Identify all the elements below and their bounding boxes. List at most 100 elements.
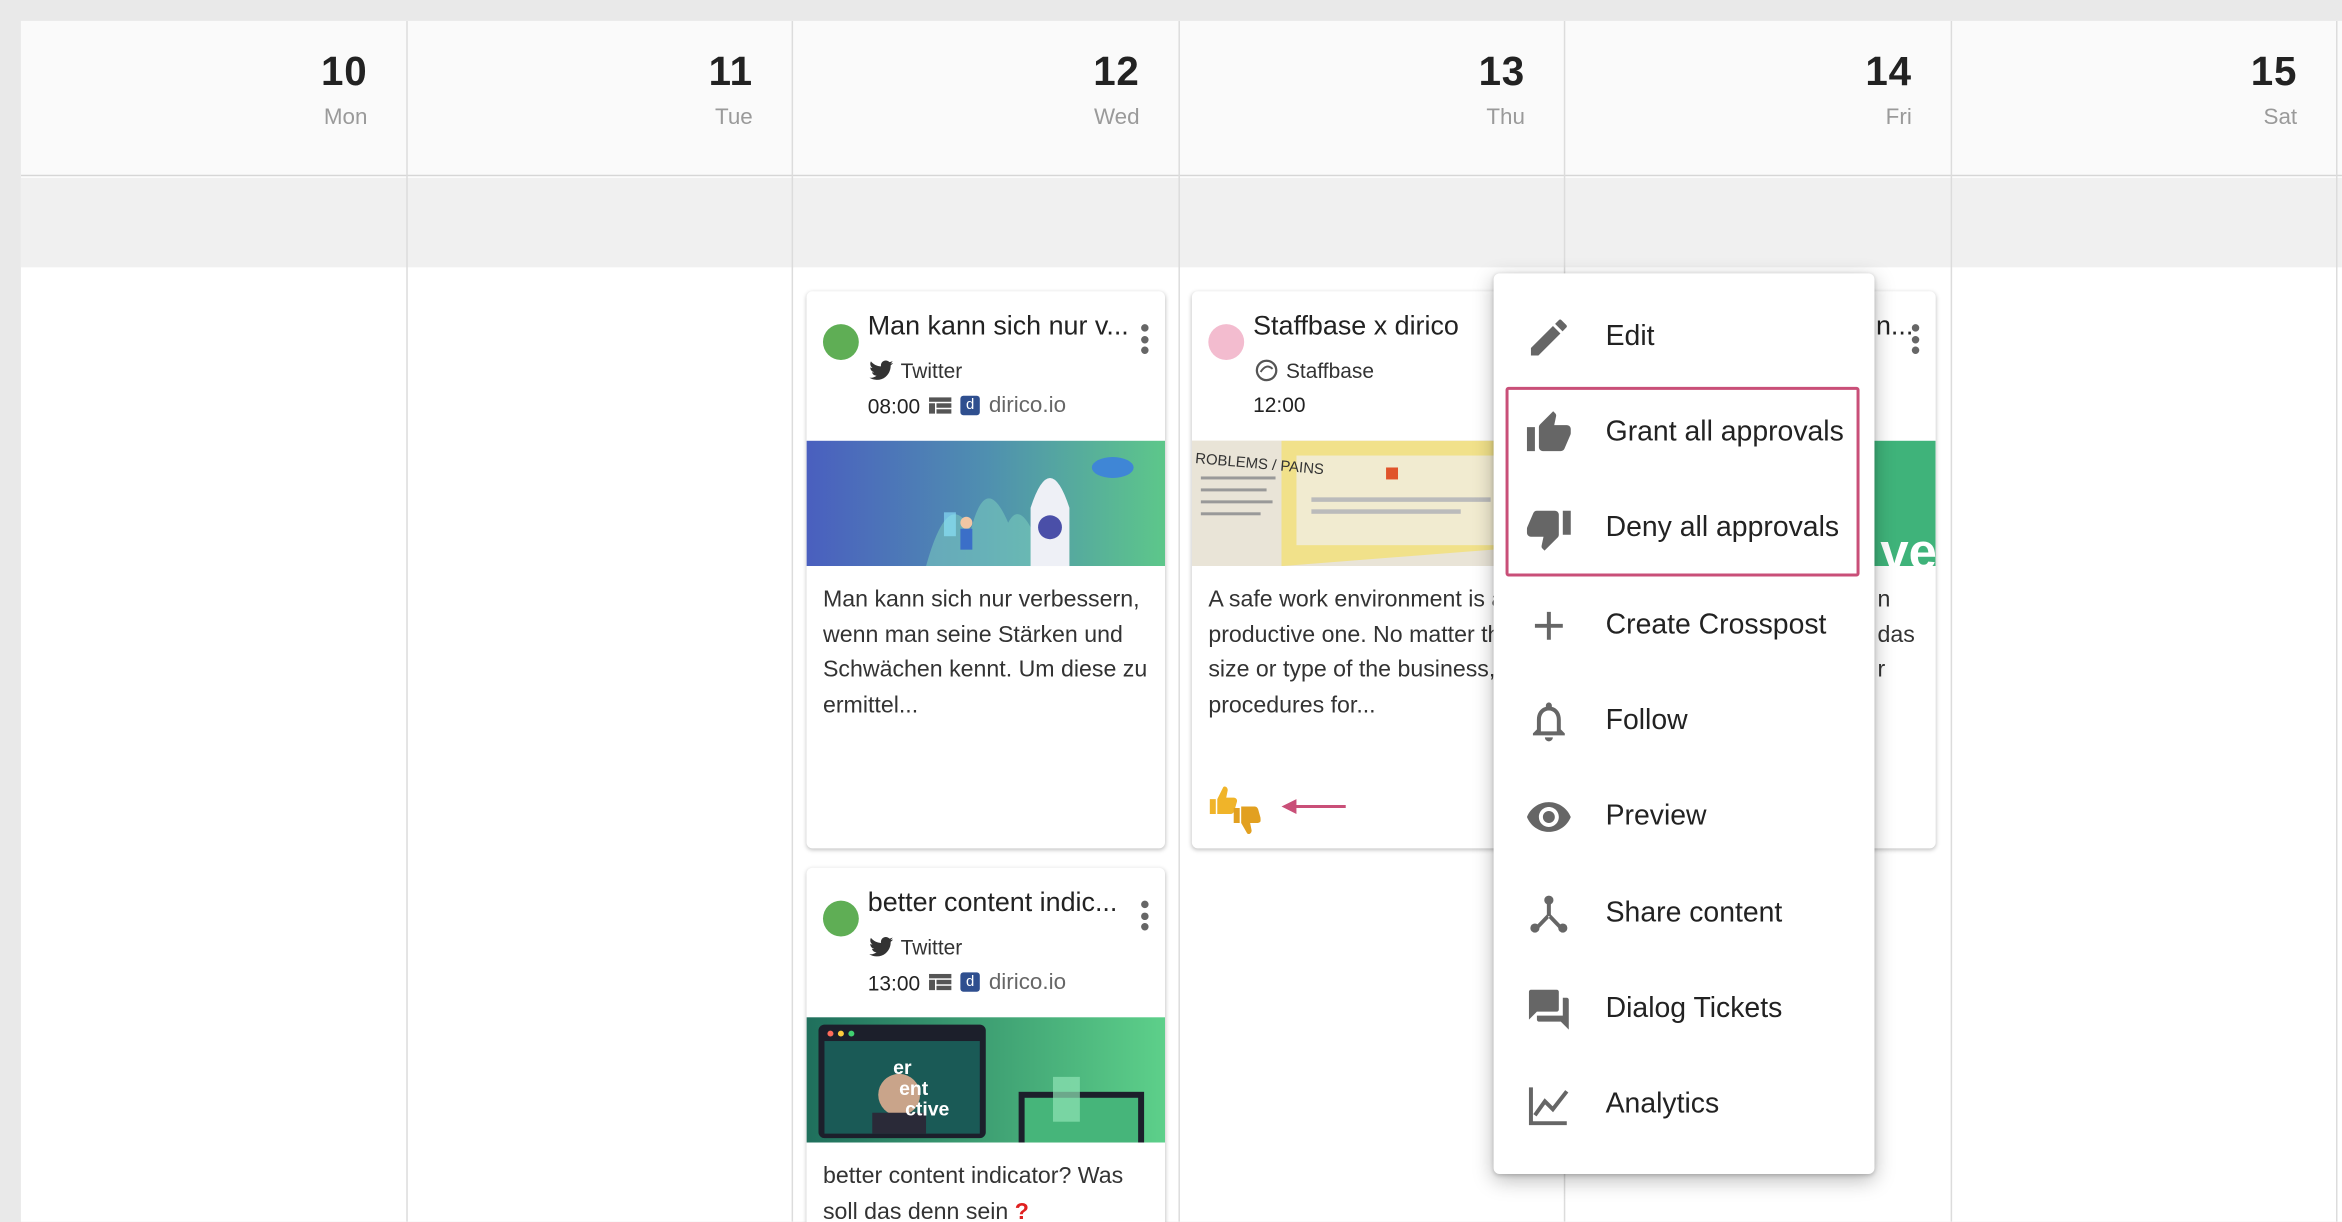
menu-item-deny-all-approvals[interactable]: Deny all approvals [1494,487,1875,571]
plus-icon [1534,611,1563,640]
menu-item-dialog-tickets[interactable]: Dialog Tickets [1494,968,1875,1052]
post-card[interactable]: better content indic... Twitter 13:00 d … [806,867,1166,1222]
context-menu: Edit Grant all approvals Deny all approv… [1493,273,1875,1174]
share-icon [1530,895,1568,933]
network-name: Staffbase [1285,358,1374,383]
account-logo-icon: d [960,395,980,416]
staffbase-icon [1255,359,1278,382]
question-mark-icon: ? [1014,1198,1029,1222]
network-label: Staffbase [1255,358,1374,382]
day-number: 13 [1478,49,1525,95]
post-text-fragment: n [1877,586,1891,613]
eye-icon [1526,802,1571,832]
post-text: Man kann sich nur verbessern, wenn man s… [822,586,1148,718]
day-number: 12 [1093,49,1140,95]
post-time: 08:00 [867,393,921,418]
network-name: Twitter [900,358,963,383]
post-title: n... [1875,310,1914,341]
post-text-fragment: das [1877,622,1915,648]
more-options-icon[interactable] [1141,900,1150,931]
day-divider [406,20,408,1222]
status-dot [822,324,859,360]
menu-item-label: Grant all approvals [1605,416,1844,449]
menu-item-label: Follow [1605,704,1688,737]
post-text: A safe work environment is a productive … [1208,586,1514,718]
week-calendar: 10 Mon 11 Tue 12 Wed 13 Thu 14 Fri 15 Sa… [20,20,2342,1222]
day-name: Wed [1093,104,1140,130]
menu-item-label: Edit [1605,321,1655,353]
post-text-fragment: r [1877,657,1886,683]
day-header-mon[interactable]: 10 Mon [21,21,406,176]
post-time: 12:00 [1253,392,1306,417]
menu-item-create-crosspost[interactable]: Create Crosspost [1494,584,1875,668]
approval-thumbs-icon [1209,786,1261,835]
post-card[interactable]: Man kann sich nur v... Twitter 08:00 d d… [806,291,1166,849]
more-options-icon[interactable] [1911,324,1921,354]
status-dot [822,900,859,937]
menu-item-edit[interactable]: Edit [1494,296,1875,380]
thumb-up-icon [1526,411,1571,452]
chart-line-icon [1528,1087,1569,1126]
day-divider [2335,20,2338,1222]
day-name: Fri [1885,104,1912,130]
menu-item-label: Dialog Tickets [1605,993,1783,1025]
menu-item-follow[interactable]: Follow [1494,680,1875,764]
account-logo-icon: d [960,972,980,992]
post-meta: 13:00 d dirico.io [868,969,1066,994]
account-name: dirico.io [988,969,1067,995]
menu-item-preview[interactable]: Preview [1494,775,1875,859]
post-thumbnail [806,440,1166,567]
twitter-icon [869,360,894,380]
post-meta: 12:00 [1253,393,1305,417]
post-text-body: better content indicator? Was soll das d… [822,1163,1124,1222]
post-title: Man kann sich nur v... [867,310,1129,341]
thumbnail-caption: ve [1880,523,1935,566]
menu-item-label: Share content [1605,897,1783,930]
day-number: 11 [708,49,753,95]
post-meta: 08:00 d dirico.io [868,393,1066,418]
day-header-tue[interactable]: 11 Tue [408,21,792,176]
more-options-icon[interactable] [1141,324,1150,354]
account-name: dirico.io [988,392,1067,419]
post-title: better content indic... [867,887,1118,918]
day-number: 15 [2250,49,2298,95]
day-number: 14 [1865,49,1912,95]
pencil-icon [1530,319,1567,356]
day-name: Sat [2263,104,2298,130]
day-header-fri[interactable]: 14 Fri [1565,21,1950,176]
forum-icon [1528,989,1569,1030]
menu-item-share-content[interactable]: Share content [1494,872,1875,956]
menu-item-analytics[interactable]: Analytics [1494,1063,1875,1147]
approval-status [1207,784,1261,835]
day-header-sat[interactable]: 15 Sat [1952,21,2336,176]
day-divider [1178,20,1180,1222]
network-name: Twitter [900,934,963,959]
calendar-screen: 10 Mon 11 Tue 12 Wed 13 Thu 14 Fri 15 Sa… [0,0,2342,1222]
bell-icon [1532,702,1565,742]
day-divider [1950,20,1953,1222]
post-text: better content indicator? Was soll das d… [823,1159,1155,1222]
menu-item-grant-all-approvals[interactable]: Grant all approvals [1494,391,1875,475]
day-name: Thu [1486,104,1525,130]
menu-item-label: Deny all approvals [1605,512,1840,544]
day-divider [791,20,794,1222]
menu-item-label: Analytics [1605,1088,1720,1121]
day-number: 10 [321,49,368,95]
post-thumbnail: er ent ctive [806,1017,1166,1143]
arrow-annotation-icon [1281,799,1346,815]
table-layout-icon [929,973,952,991]
twitter-icon [869,936,894,957]
table-layout-icon [929,397,952,414]
menu-item-label: Create Crosspost [1605,609,1827,641]
post-time: 13:00 [867,970,921,994]
all-day-row [20,177,2342,268]
network-label: Twitter [869,358,962,382]
day-header-thu[interactable]: 13 Thu [1180,21,1564,176]
day-name: Mon [323,104,368,130]
menu-item-label: Preview [1605,800,1707,832]
day-name: Tue [714,104,753,130]
post-title: Staffbase x dirico [1253,310,1459,341]
network-label: Twitter [869,935,962,959]
day-header-wed[interactable]: 12 Wed [793,21,1178,176]
status-dot [1208,324,1245,360]
